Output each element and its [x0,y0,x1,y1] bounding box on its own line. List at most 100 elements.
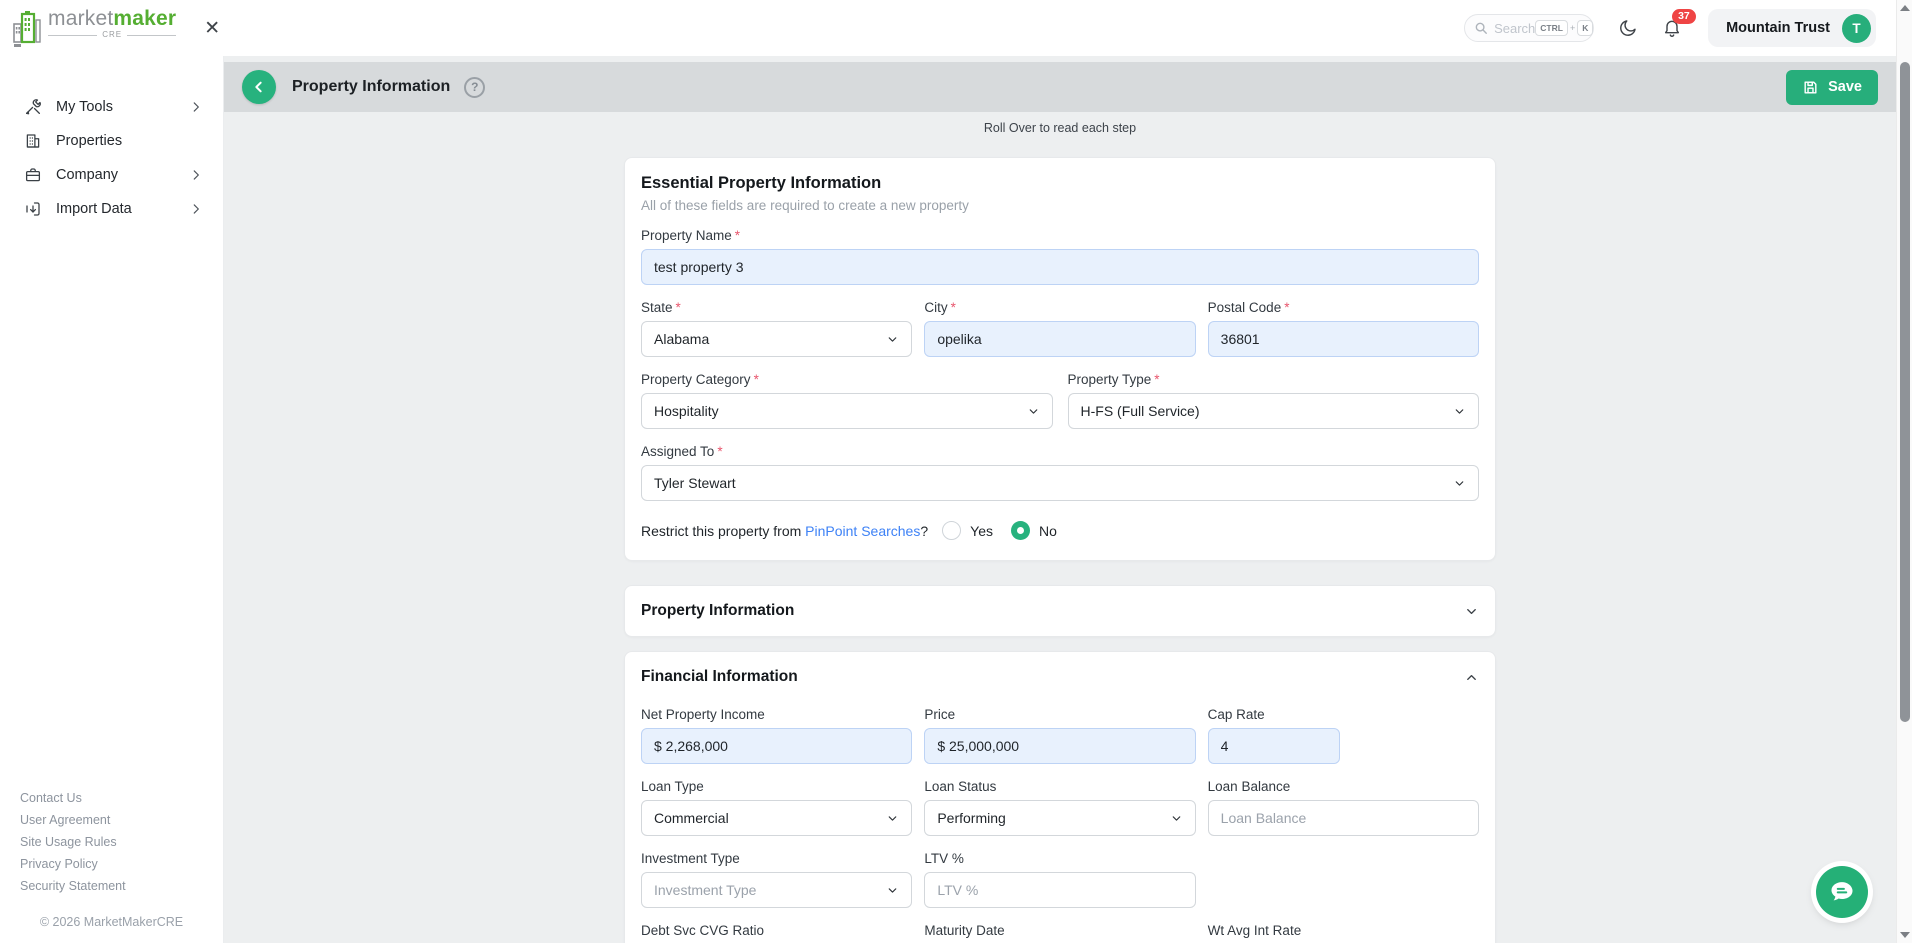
cap-rate-label: Cap Rate [1208,707,1479,722]
chevron-down-icon [886,884,899,897]
close-icon[interactable]: ✕ [204,19,220,38]
section-title: Financial Information [641,668,798,686]
property-type-label: Property Type* [1068,372,1480,387]
chevron-down-icon [886,333,899,346]
sidebar-item-company[interactable]: Company [0,158,223,192]
briefcase-icon [24,166,42,184]
account-name: Mountain Trust [1726,20,1830,36]
stepper-hint: Roll Over to read each step [224,121,1896,135]
financial-information-section: Financial Information Net Property Incom… [624,651,1496,943]
avatar: T [1842,14,1871,43]
sidebar-item-label: Import Data [56,201,189,217]
search-input[interactable]: Search CTRL + K [1464,14,1594,42]
sidebar-item-my-tools[interactable]: My Tools [0,90,223,124]
save-button-label: Save [1828,79,1862,95]
search-placeholder: Search [1494,21,1535,36]
logo-building-icon [12,10,42,48]
page-scrollbar[interactable] [1896,0,1912,943]
account-menu[interactable]: Mountain Trust T [1708,9,1876,47]
restrict-yes-radio[interactable] [942,521,961,540]
marketmaker-logo[interactable]: marketmaker CRE [12,8,176,48]
property-type-value: H-FS (Full Service) [1081,403,1454,419]
loan-type-label: Loan Type [641,779,912,794]
import-icon [24,200,42,218]
city-input[interactable] [924,321,1195,357]
notifications-bell-icon[interactable]: 37 [1662,18,1682,38]
restrict-question-text: Restrict this property from PinPoint Sea… [641,523,928,539]
net-property-income-input[interactable] [641,728,912,764]
loan-balance-label: Loan Balance [1208,779,1479,794]
chat-button[interactable] [1816,866,1868,918]
chevron-down-icon [1464,604,1479,619]
loan-status-label: Loan Status [924,779,1195,794]
assigned-to-select[interactable]: Tyler Stewart [641,465,1479,501]
footer-link-privacy-policy[interactable]: Privacy Policy [20,857,223,871]
sidebar-item-label: My Tools [56,99,189,115]
sidebar: My Tools Properties Company Import Da [0,56,224,943]
property-name-label: Property Name* [641,228,1479,243]
investment-type-select[interactable]: Investment Type [641,872,912,908]
kbd-k: K [1577,20,1593,37]
search-icon [1474,21,1488,35]
property-category-select[interactable]: Hospitality [641,393,1053,429]
save-button[interactable]: Save [1786,70,1878,105]
footer-link-security-statement[interactable]: Security Statement [20,879,223,893]
help-icon[interactable]: ? [464,77,485,98]
back-button[interactable] [242,70,276,104]
cap-rate-input[interactable] [1208,728,1340,764]
restrict-no-label: No [1039,523,1057,539]
investment-type-label: Investment Type [641,851,912,866]
kbd-plus: + [1570,23,1575,33]
copyright-text: © 2026 MarketMakerCRE [20,915,203,929]
footer-link-user-agreement[interactable]: User Agreement [20,813,223,827]
sidebar-item-import-data[interactable]: Import Data [0,192,223,226]
scrollbar-up-arrow[interactable] [1900,5,1910,11]
essential-property-card: Essential Property Information All of th… [624,157,1496,561]
footer-link-site-usage-rules[interactable]: Site Usage Rules [20,835,223,849]
sidebar-item-properties[interactable]: Properties [0,124,223,158]
scrollbar-thumb[interactable] [1900,62,1910,722]
postal-code-input[interactable] [1208,321,1479,357]
assigned-to-label: Assigned To* [641,444,1479,459]
price-input[interactable] [924,728,1195,764]
restrict-no-radio[interactable] [1011,521,1030,540]
restrict-row: Restrict this property from PinPoint Sea… [641,521,1479,540]
wt-avg-int-rate-label: Wt Avg Int Rate [1208,923,1479,938]
card-subtitle: All of these fields are required to crea… [641,198,1479,213]
loan-status-select[interactable]: Performing [924,800,1195,836]
sidebar-item-label: Company [56,167,189,183]
card-title: Essential Property Information [641,174,1479,193]
logo-wordmark: marketmaker [48,8,176,29]
property-name-input[interactable] [641,249,1479,285]
state-label: State* [641,300,912,315]
scrollbar-down-arrow[interactable] [1900,932,1910,938]
assigned-to-value: Tyler Stewart [654,475,1453,491]
state-select[interactable]: Alabama [641,321,912,357]
property-type-select[interactable]: H-FS (Full Service) [1068,393,1480,429]
main-content: Property Information ? Save Roll Over to… [224,56,1896,943]
section-title: Property Information [641,602,794,620]
property-information-section[interactable]: Property Information [624,585,1496,637]
loan-type-value: Commercial [654,810,886,826]
state-select-value: Alabama [654,331,886,347]
chevron-down-icon [1027,405,1040,418]
chevron-right-icon [189,168,203,182]
property-category-label: Property Category* [641,372,1053,387]
chevron-down-icon [886,812,899,825]
sidebar-item-label: Properties [56,133,203,149]
property-category-value: Hospitality [654,403,1027,419]
financial-section-header[interactable]: Financial Information [641,668,1479,686]
chevron-right-icon [189,202,203,216]
pinpoint-searches-link[interactable]: PinPoint Searches [805,523,920,539]
maturity-date-label: Maturity Date [924,923,1195,938]
loan-status-value: Performing [937,810,1169,826]
loan-balance-input[interactable] [1208,800,1479,836]
chevron-down-icon [1453,477,1466,490]
loan-type-select[interactable]: Commercial [641,800,912,836]
footer-link-contact-us[interactable]: Contact Us [20,791,223,805]
ltv-label: LTV % [924,851,1195,866]
ltv-input[interactable] [924,872,1195,908]
chevron-down-icon [1170,812,1183,825]
page-title: Property Information [292,78,450,96]
dark-mode-moon-icon[interactable] [1618,18,1638,38]
